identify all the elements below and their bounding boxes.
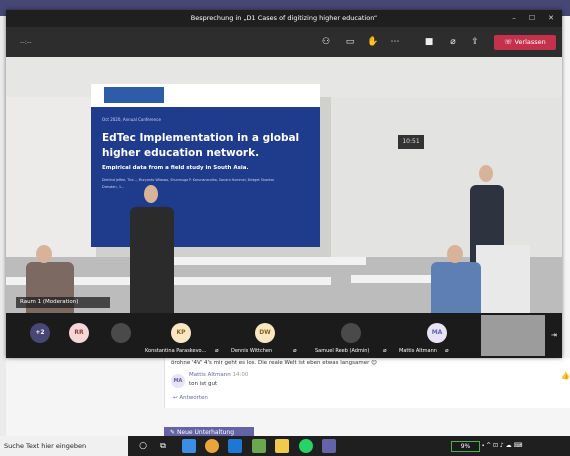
chat-previous-message: örohne '4V' 4's mir geht es los. Die rea… <box>171 360 377 366</box>
conference-logo <box>104 87 164 103</box>
participant-name: Dennis Wittchen <box>231 348 273 354</box>
participant-tile[interactable]: RR <box>61 313 101 358</box>
slide-authors: Dietlind Jaffee, The..., Muryanto Wibowo… <box>102 178 275 182</box>
chat-author: Mattis Altmann 14:00 <box>189 372 248 378</box>
teams-taskbar-icon[interactable] <box>322 439 336 453</box>
chrome-icon[interactable] <box>205 439 219 453</box>
participant-tile[interactable]: KP Konstantina Paraskevo... ⌀ <box>143 313 227 358</box>
participant-avatar: DW <box>255 323 275 343</box>
slide-title-2: higher education network. <box>102 147 260 159</box>
participant-avatar: KP <box>171 323 191 343</box>
participant-avatar: MA <box>427 323 447 343</box>
reply-link[interactable]: ↩ Antworten <box>173 395 208 401</box>
leave-label: Verlassen <box>514 38 546 46</box>
mic-off-icon: ⌀ <box>215 347 219 354</box>
slide-header: Oct 2020, Annual Conference <box>102 117 161 122</box>
task-view-icon[interactable]: ⧉ <box>156 439 170 453</box>
participant-strip: +2 RR KP Konstantina Paraskevo... ⌀ DW D… <box>6 313 562 358</box>
participant-tile[interactable] <box>103 313 143 358</box>
more-icon[interactable]: ⋯ <box>388 36 402 48</box>
participant-name: Mattis Altmann <box>399 348 437 354</box>
meeting-timer: --:-- <box>20 38 32 46</box>
lectern <box>476 245 530 313</box>
main-video: Oct 2020, Annual Conference EdTec Implem… <box>6 57 562 313</box>
video-name-label: Raum 1 (Moderation) <box>16 297 110 308</box>
chat-card: örohne '4V' 4's mir geht es los. Die rea… <box>164 358 570 408</box>
window-title: Besprechung in „D1 Cases of digitizing h… <box>190 14 378 22</box>
chat-icon[interactable]: ▭ <box>343 36 357 48</box>
participant-tile[interactable]: DW Dennis Wittchen ⌀ <box>227 313 311 358</box>
audience-head <box>447 245 463 263</box>
minimize-button[interactable]: – <box>506 10 522 27</box>
audience-head <box>36 245 52 263</box>
title-bar: Besprechung in „D1 Cases of digitizing h… <box>6 10 562 27</box>
participant-avatar: RR <box>69 323 89 343</box>
battery-indicator[interactable]: 9% <box>451 441 480 452</box>
edge-icon[interactable] <box>228 439 242 453</box>
table <box>171 277 331 285</box>
mic-off-icon: ⌀ <box>383 347 387 354</box>
camera-icon[interactable]: ■ <box>422 36 436 48</box>
participant-name: Samuel Reeb (Admin) <box>315 348 370 354</box>
chat-author-name: Mattis Altmann <box>189 372 231 378</box>
system-tray[interactable]: ⬩ ^ ⊡ ♪ ☁ ⌨ <box>482 436 522 456</box>
speaker-head <box>144 185 158 203</box>
table <box>256 257 366 265</box>
taskbar-search[interactable]: Suche Text hier eingeben <box>0 436 128 456</box>
raise-hand-icon[interactable]: ✋ <box>366 36 380 48</box>
self-video[interactable] <box>481 315 545 356</box>
expand-icon[interactable]: ⇥ <box>551 331 557 339</box>
chat-time: 14:00 <box>232 372 249 378</box>
audience-member <box>431 262 481 313</box>
like-icon[interactable]: 👍 <box>561 372 570 380</box>
chat-message: ton ist gut <box>189 381 218 387</box>
maximize-button[interactable]: ☐ <box>524 10 540 27</box>
meeting-window: Besprechung in „D1 Cases of digitizing h… <box>6 10 562 358</box>
close-button[interactable]: ✕ <box>543 10 559 27</box>
mic-off-icon[interactable]: ⌀ <box>446 36 460 48</box>
participant-tile[interactable]: MA Mattis Altmann ⌀ <box>395 313 479 358</box>
app-icon-2[interactable] <box>252 439 266 453</box>
explorer-icon[interactable] <box>275 439 289 453</box>
new-conversation-label: Neue Unterhaltung <box>176 429 235 436</box>
people-icon[interactable]: ⚇ <box>319 36 333 48</box>
wall-clock: 10:51 <box>398 135 424 149</box>
participant-name: Konstantina Paraskevo... <box>145 348 207 354</box>
speaker <box>130 207 174 313</box>
app-icon-1[interactable] <box>182 439 196 453</box>
meeting-controls: --:-- ⚇ ▭ ✋ ⋯ ■ ⌀ ⇪ ☏ Verlassen <box>6 27 562 57</box>
reply-label: Antworten <box>179 395 208 401</box>
more-participants-button[interactable]: +2 <box>30 323 50 343</box>
presenter-head <box>479 165 493 182</box>
mic-off-icon: ⌀ <box>445 347 449 354</box>
slide-subtitle: Empirical data from a field study in Sou… <box>102 165 249 171</box>
whatsapp-icon[interactable] <box>299 439 313 453</box>
mic-off-icon: ⌀ <box>293 347 297 354</box>
participant-photo <box>111 323 131 343</box>
slide-location: Dresden, 1... <box>102 185 125 189</box>
slide-title-1: EdTec Implementation in a global <box>102 132 300 144</box>
cortana-icon[interactable]: ○ <box>136 439 150 453</box>
share-icon[interactable]: ⇪ <box>468 36 482 48</box>
participant-tile[interactable]: Samuel Reeb (Admin) ⌀ <box>311 313 395 358</box>
chat-avatar: MA <box>171 374 185 388</box>
slide <box>91 107 320 247</box>
leave-button[interactable]: ☏ Verlassen <box>494 35 556 50</box>
participant-photo <box>341 323 361 343</box>
